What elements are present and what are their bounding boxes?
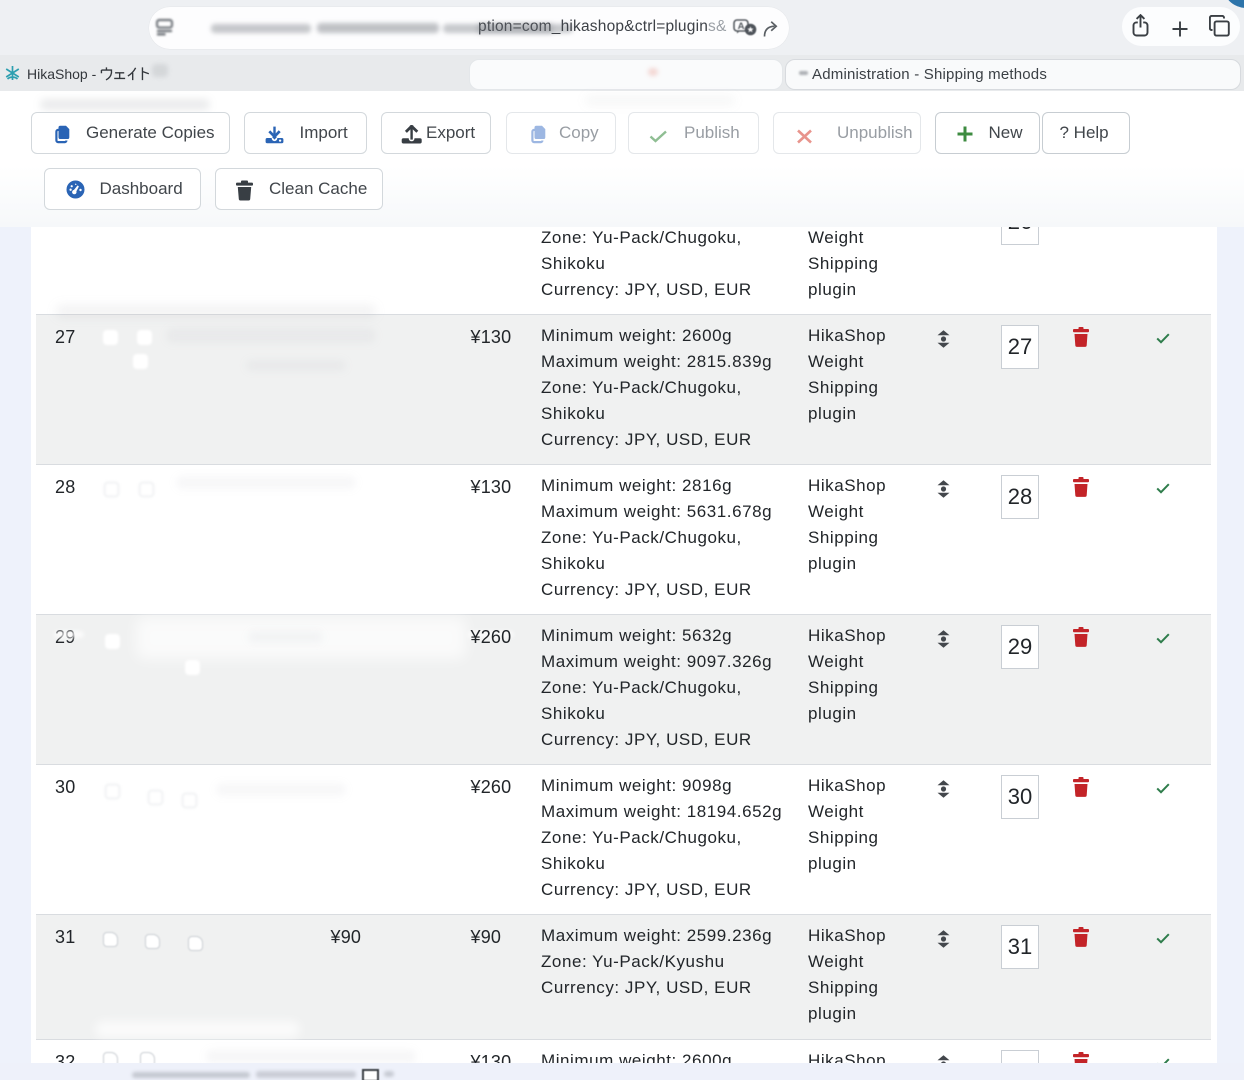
svg-text:A: A bbox=[738, 21, 745, 32]
